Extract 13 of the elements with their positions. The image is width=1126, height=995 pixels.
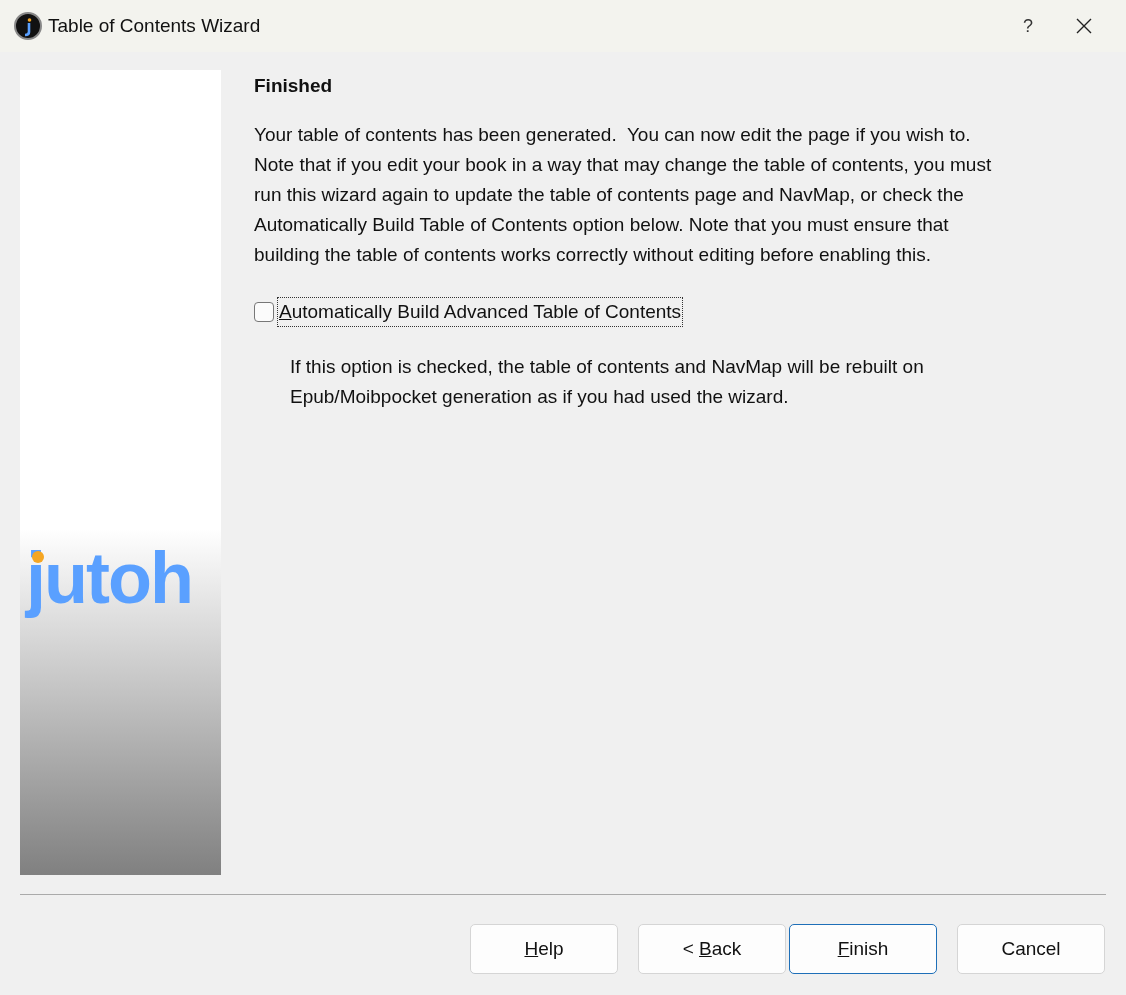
auto-build-checkbox[interactable]: Automatically Build Advanced Table of Contents [254,297,1014,326]
dialog-button[interactable]: Cancel [957,924,1105,974]
app-logo-icon [14,12,42,40]
dialog-button[interactable]: < Back [638,924,786,974]
checkbox[interactable] [254,301,274,322]
description-text: Your table of contents has been generated. You can now edit the page if you wish to. Note that if you edit your book in a way that may change the table of contents, you must run this wizard again to update the table of contents page and NavMap, or check the Automatically Build Table of Contents option below. Note that you must ensure that building the table of contents works correctly without editing before enabling this. [254,122,993,267]
dialog-button[interactable]: Finish [789,924,937,974]
dialog-button[interactable]: Help [470,924,618,974]
page-heading: Finished [254,74,334,98]
help-button[interactable]: ? [1000,0,1056,52]
window-title: Table of Contents Wizard [48,13,261,38]
option-help-text: If this option is checked, the table of contents and NavMap will be rebuilt on Epub/Moibpocket generation as if you had used the wizard. [290,355,925,409]
close-icon [1076,18,1092,34]
